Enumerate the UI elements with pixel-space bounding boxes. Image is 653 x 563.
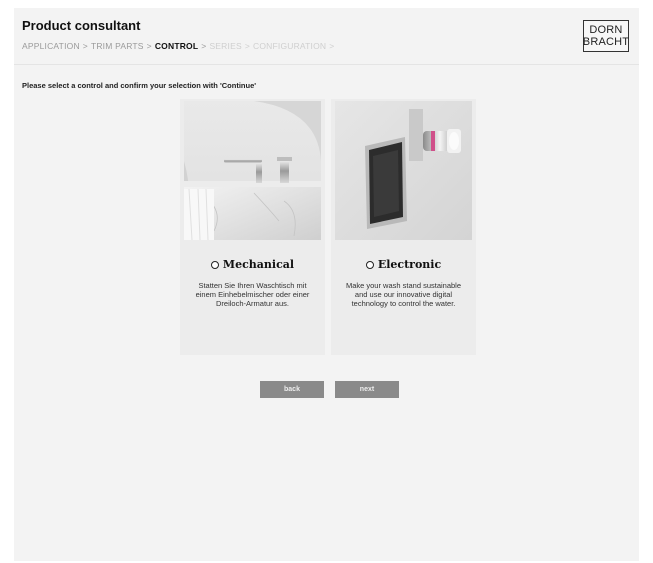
instruction-text: Please select a control and confirm your… <box>22 81 257 90</box>
breadcrumb-separator: > <box>146 41 152 51</box>
option-card-mechanical[interactable]: Mechanical Statten Sie Ihren Waschtisch … <box>180 99 325 355</box>
option-card-electronic[interactable]: Electronic Make your wash stand sustaina… <box>331 99 476 355</box>
next-button[interactable]: next <box>335 381 399 398</box>
breadcrumb-control: CONTROL <box>154 41 199 51</box>
option-description-mechanical: Statten Sie Ihren Waschtisch mit einem E… <box>195 281 310 308</box>
breadcrumb-trim-parts[interactable]: TRIM PARTS <box>91 41 144 51</box>
logo-line-2: BRACHT <box>582 36 630 48</box>
breadcrumb-separator: > <box>201 41 207 51</box>
product-consultant-frame: Product consultant APPLICATION > TRIM PART… <box>14 8 639 561</box>
main-content: Please select a control and confirm your… <box>14 65 639 561</box>
mechanical-faucet-image[interactable] <box>184 101 321 240</box>
radio-electronic[interactable]: Electronic <box>331 258 476 271</box>
breadcrumb: APPLICATION > TRIM PARTS > CONTROL > SERIES > CO… <box>22 41 337 51</box>
logo-line-1: DORN <box>589 24 623 36</box>
breadcrumb-separator: > <box>244 41 250 51</box>
option-label-mechanical[interactable]: Mechanical <box>223 258 294 271</box>
electronic-control-image[interactable] <box>335 101 472 240</box>
dornbracht-logo: DORN BRACHT <box>583 20 629 52</box>
breadcrumb-separator: > <box>329 41 335 51</box>
back-button[interactable]: back <box>260 381 324 398</box>
radio-button-icon[interactable] <box>365 260 374 269</box>
option-description-electronic: Make your wash stand sustainable and use… <box>345 281 462 308</box>
option-label-electronic[interactable]: Electronic <box>378 258 441 271</box>
breadcrumb-configuration: CONFIGURATION <box>253 41 327 51</box>
breadcrumb-separator: > <box>82 41 88 51</box>
header: Product consultant APPLICATION > TRIM PART… <box>14 8 639 65</box>
page-title: Product consultant <box>22 18 141 33</box>
radio-mechanical[interactable]: Mechanical <box>180 258 325 271</box>
radio-button-icon[interactable] <box>210 260 219 269</box>
breadcrumb-series: SERIES <box>209 41 242 51</box>
breadcrumb-application[interactable]: APPLICATION <box>22 41 80 51</box>
